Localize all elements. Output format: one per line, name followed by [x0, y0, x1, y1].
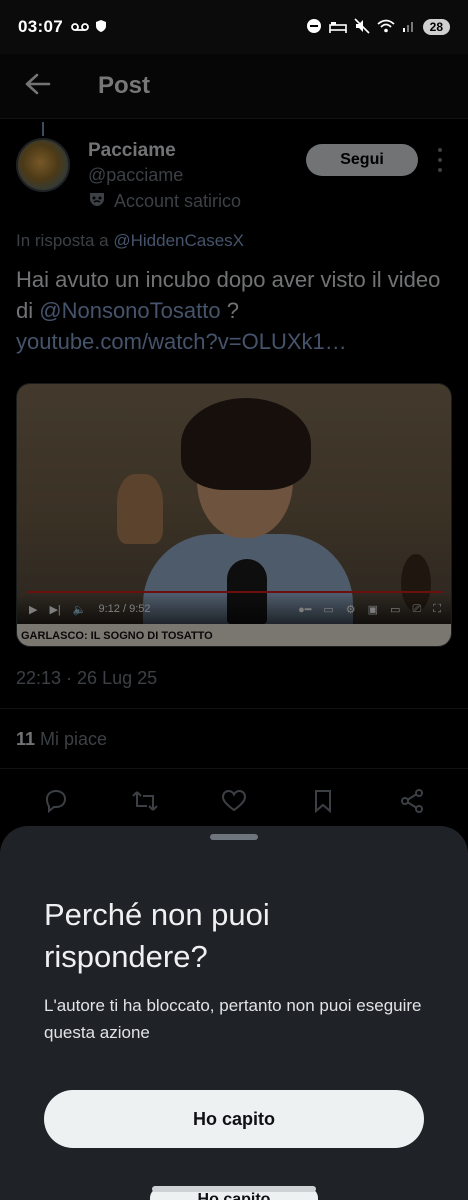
dnd-icon: [306, 18, 322, 37]
sheet-grabber[interactable]: [210, 834, 258, 840]
bottom-sheet: Perché non puoi rispondere? L'autore ti …: [0, 826, 468, 1200]
shield-icon: [95, 19, 107, 36]
battery-indicator: 28: [422, 19, 450, 35]
status-time: 03:07: [18, 17, 63, 36]
post-screen: 03:07 28 Post Pacciame @pacciame Account…: [0, 0, 468, 1200]
sleep-icon: [328, 19, 347, 36]
mute-icon: [354, 17, 370, 37]
home-indicator[interactable]: [152, 1186, 316, 1192]
sheet-message: L'autore ti ha bloccato, pertanto non pu…: [44, 996, 422, 1042]
got-it-button[interactable]: Ho capito: [44, 1090, 424, 1148]
status-bar: 03:07 28: [0, 0, 468, 54]
signal-icon: [402, 19, 416, 36]
voicemail-icon: [71, 20, 89, 35]
wifi-icon: [377, 19, 395, 36]
sheet-title: Perché non puoi rispondere?: [44, 897, 270, 974]
